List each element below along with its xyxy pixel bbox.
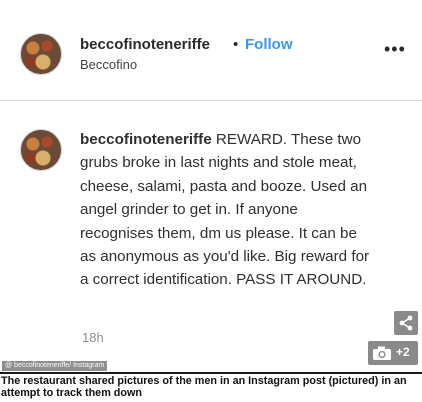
camera-icon (373, 346, 391, 360)
instagram-post-screenshot: beccofinoteneriffe • Follow Beccofino ••… (0, 0, 422, 372)
gallery-count: +2 (396, 345, 410, 359)
post-timestamp[interactable]: 18h (82, 330, 104, 345)
gallery-button[interactable]: +2 (368, 341, 418, 365)
separator-dot: • (233, 36, 239, 53)
follow-button[interactable]: Follow (245, 36, 293, 53)
share-icon (399, 315, 413, 331)
more-options-icon[interactable]: ••• (384, 40, 406, 58)
post-location[interactable]: Beccofino (80, 57, 137, 72)
caption-text: REWARD. These two grubs broke in last ni… (80, 131, 370, 289)
profile-avatar[interactable] (20, 33, 62, 75)
caption-avatar[interactable] (20, 129, 62, 171)
article-caption: The restaurant shared pictures of the me… (1, 375, 407, 399)
share-button[interactable] (394, 311, 418, 335)
caption-username[interactable]: beccofinoteneriffe (80, 131, 212, 148)
post-caption: beccofinoteneriffe REWARD. These two gru… (80, 128, 370, 292)
header-divider (0, 100, 422, 101)
post-username[interactable]: beccofinoteneriffe (80, 36, 210, 53)
image-credit: @ beccofinoteneriffe/ Instagram (2, 361, 108, 371)
caption-rule (0, 372, 422, 374)
